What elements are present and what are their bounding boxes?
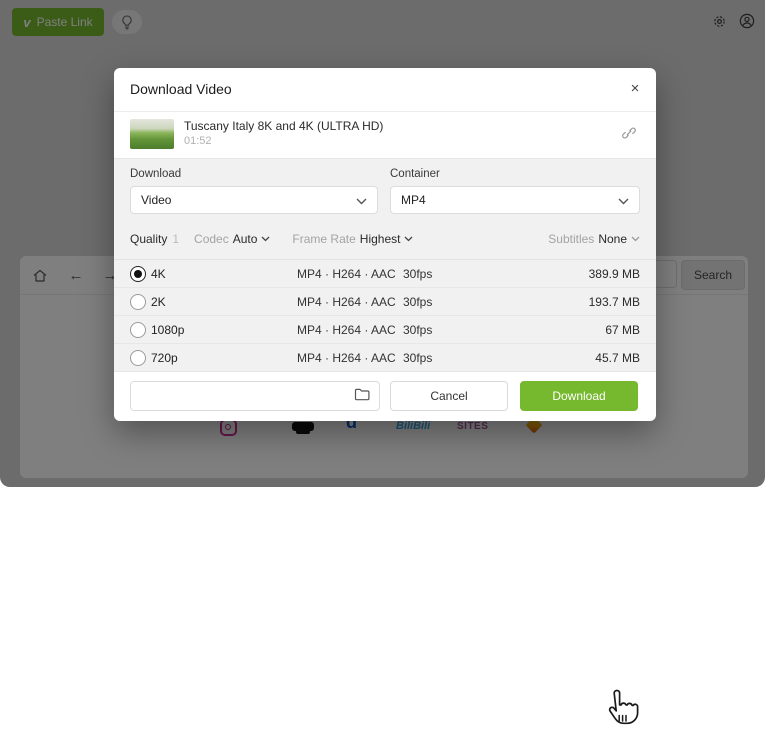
dialog-body: Download Container Video MP4 Quality 1 C… (114, 158, 656, 372)
format-size: 389.9 MB (589, 267, 640, 281)
format-fps: 30fps (403, 267, 432, 281)
folder-icon (354, 388, 370, 401)
codec-label: Codec (194, 232, 229, 246)
download-button[interactable]: Download (520, 381, 638, 411)
format-codec: MP4 · H264 · AAC (297, 267, 396, 281)
subtitles-dropdown[interactable]: Subtitles None (548, 232, 640, 246)
format-row-4k[interactable]: 4K MP4 · H264 · AAC 30fps 389.9 MB (114, 260, 656, 287)
radio-button[interactable] (130, 294, 146, 310)
dialog-footer: Cancel Download (114, 372, 656, 421)
radio-button[interactable] (130, 266, 146, 282)
chevron-down-icon (618, 198, 629, 205)
format-quality: 720p (151, 351, 178, 365)
format-quality: 2K (151, 295, 166, 309)
copy-link-button[interactable] (622, 126, 636, 143)
download-type-select[interactable]: Video (130, 186, 378, 214)
link-icon (622, 126, 636, 140)
format-quality: 4K (151, 267, 166, 281)
format-row-1080p[interactable]: 1080p MP4 · H264 · AAC 30fps 67 MB (114, 315, 656, 343)
frame-rate-dropdown[interactable]: Frame Rate Highest (292, 232, 413, 246)
format-codec: MP4 · H264 · AAC (297, 323, 396, 337)
video-thumbnail (130, 119, 174, 149)
format-list: 4K MP4 · H264 · AAC 30fps 389.9 MB 2K MP… (114, 259, 656, 371)
download-type-value: Video (141, 193, 171, 207)
codec-dropdown[interactable]: Codec Auto (194, 232, 270, 246)
download-video-dialog: Download Video × Tuscany Italy 8K and 4K… (114, 68, 656, 421)
video-title: Tuscany Italy 8K and 4K (ULTRA HD) (184, 119, 383, 133)
chevron-down-icon (261, 236, 270, 242)
format-quality: 1080p (151, 323, 184, 337)
format-fps: 30fps (403, 295, 432, 309)
format-size: 45.7 MB (595, 351, 640, 365)
container-select[interactable]: MP4 (390, 186, 640, 214)
subtitles-label: Subtitles (548, 232, 594, 246)
cancel-button[interactable]: Cancel (390, 381, 508, 411)
chevron-down-icon (631, 236, 640, 242)
format-codec: MP4 · H264 · AAC (297, 295, 396, 309)
quality-filter-row: Quality 1 Codec Auto Frame Rate Highest … (130, 223, 640, 255)
frame-rate-label: Frame Rate (292, 232, 355, 246)
save-path-input[interactable] (130, 381, 380, 411)
format-row-2k[interactable]: 2K MP4 · H264 · AAC 30fps 193.7 MB (114, 287, 656, 315)
format-codec: MP4 · H264 · AAC (297, 351, 396, 365)
dialog-header: Download Video × (114, 68, 656, 112)
chevron-down-icon (404, 236, 413, 242)
frame-rate-value: Highest (360, 232, 401, 246)
codec-value: Auto (233, 232, 258, 246)
container-value: MP4 (401, 193, 426, 207)
radio-button[interactable] (130, 350, 146, 366)
close-button[interactable]: × (622, 76, 648, 102)
chevron-down-icon (356, 198, 367, 205)
format-row-720p[interactable]: 720p MP4 · H264 · AAC 30fps 45.7 MB (114, 343, 656, 371)
format-size: 193.7 MB (589, 295, 640, 309)
format-fps: 30fps (403, 323, 432, 337)
radio-button[interactable] (130, 322, 146, 338)
video-info-row: Tuscany Italy 8K and 4K (ULTRA HD) 01:52 (114, 111, 656, 158)
quality-sort-indicator: 1 (172, 232, 179, 246)
format-fps: 30fps (403, 351, 432, 365)
format-size: 67 MB (605, 323, 640, 337)
video-duration: 01:52 (184, 135, 212, 147)
hand-cursor-icon (596, 685, 642, 737)
browse-folder-button[interactable] (354, 388, 370, 404)
quality-column-label[interactable]: Quality (130, 232, 167, 246)
subtitles-value: None (598, 232, 627, 246)
download-select-label: Download (130, 168, 181, 180)
container-select-label: Container (390, 168, 440, 180)
dialog-title: Download Video (130, 81, 232, 97)
